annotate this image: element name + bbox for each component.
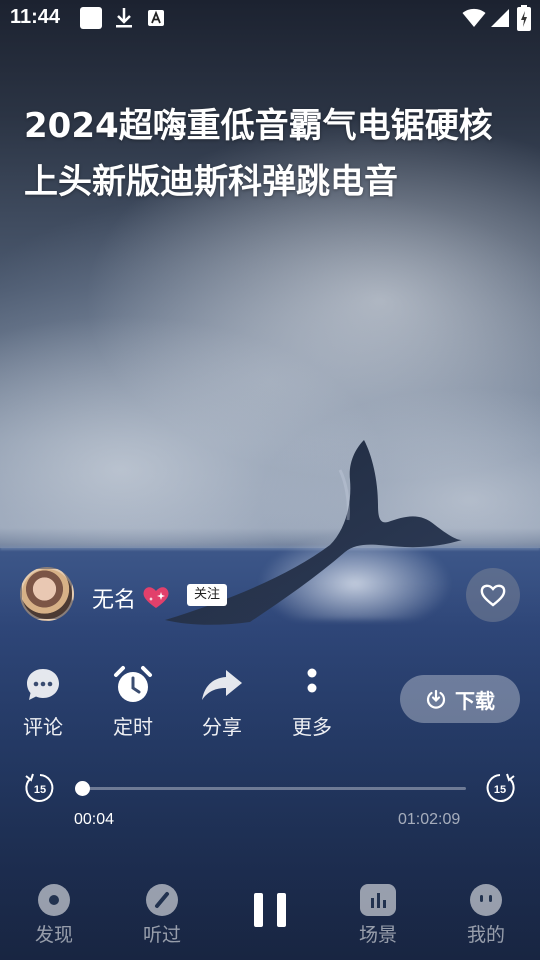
a-icon	[148, 10, 164, 26]
status-time: 11:44	[10, 6, 61, 28]
comment-icon	[27, 669, 59, 700]
pause-button[interactable]	[254, 893, 286, 927]
like-button[interactable]	[466, 568, 520, 622]
share-icon	[202, 670, 242, 700]
history-icon	[146, 884, 178, 916]
battery-icon	[517, 5, 531, 31]
download-label: 下载	[455, 688, 495, 713]
nav-history[interactable]: 听过	[122, 882, 202, 947]
more-action[interactable]: 更多	[277, 662, 347, 740]
nav-scene-label: 场景	[358, 924, 397, 946]
sparkling-heart-icon	[143, 587, 169, 608]
nav-discover[interactable]: 发现	[14, 882, 94, 947]
alarm-clock-icon	[114, 666, 152, 702]
track-title: 2024超嗨重低音霸气电锯硬核上头新版迪斯科弹跳电音	[24, 106, 493, 202]
skip-back-seconds: 15	[34, 784, 46, 796]
share-label: 分享	[202, 715, 242, 739]
comment-action[interactable]: 评论	[8, 662, 78, 740]
download-button[interactable]: 下载	[400, 675, 520, 723]
more-icon	[307, 668, 317, 693]
more-label: 更多	[292, 715, 332, 739]
signal-icon	[491, 9, 509, 27]
nav-profile[interactable]: 我的	[446, 882, 526, 947]
progress-track[interactable]	[82, 787, 466, 790]
scene-icon	[360, 884, 396, 916]
nav-history-label: 听过	[142, 924, 181, 946]
download-icon	[116, 8, 132, 28]
follow-button[interactable]: 关注	[187, 584, 228, 606]
timer-label: 定时	[113, 715, 153, 739]
power-download-icon	[426, 689, 446, 709]
skip-back-15-button[interactable]: 15	[22, 770, 58, 806]
author-name[interactable]: 无名	[92, 582, 136, 614]
avatar[interactable]	[20, 567, 74, 621]
pause-bar-right	[277, 893, 286, 927]
share-action[interactable]: 分享	[187, 662, 257, 740]
total-time: 01:02:09	[398, 811, 461, 828]
timer-action[interactable]: 定时	[98, 662, 168, 740]
heart-outline-icon	[480, 584, 506, 607]
pause-bar-left	[254, 893, 263, 927]
progress-knob[interactable]	[74, 781, 90, 796]
profile-icon	[470, 884, 502, 916]
nav-scene[interactable]: 场景	[338, 882, 418, 947]
status-bar: 11:44	[0, 0, 540, 36]
discover-icon	[38, 884, 70, 916]
nav-profile-label: 我的	[466, 924, 505, 946]
nav-discover-label: 发现	[34, 924, 73, 946]
wifi-icon	[462, 8, 486, 27]
skip-forward-15-button[interactable]: 15	[482, 770, 518, 806]
notification-square-icon	[80, 7, 102, 29]
skip-forward-seconds: 15	[494, 784, 506, 796]
comment-label: 评论	[23, 715, 63, 739]
current-time: 00:04	[74, 811, 115, 828]
